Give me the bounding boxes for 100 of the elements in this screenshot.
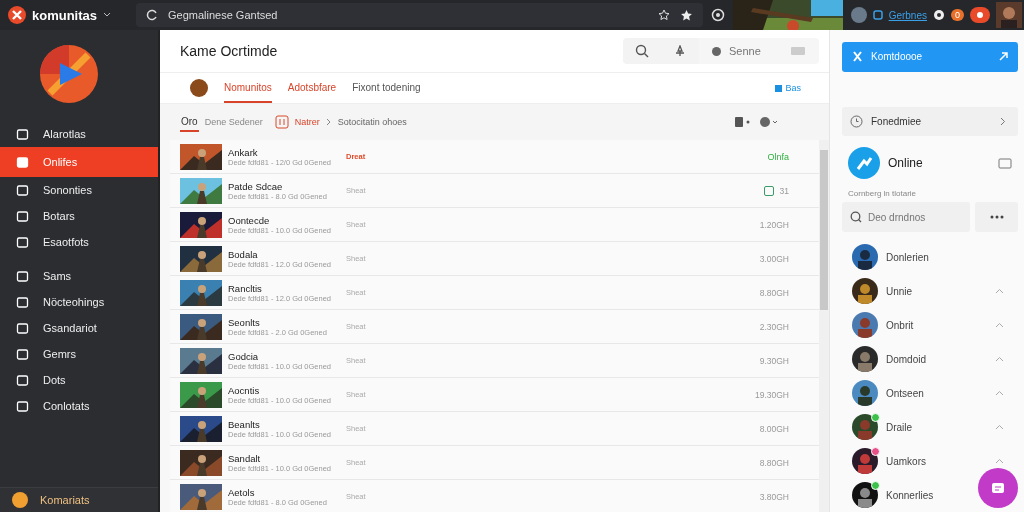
settings-icon[interactable] — [759, 115, 779, 129]
status-label: Online — [888, 156, 923, 171]
menu-item-icon — [16, 127, 29, 141]
chat-icon — [991, 482, 1005, 494]
item-size: 8.80GH — [759, 457, 789, 468]
contact-name: Donlerien — [886, 251, 929, 263]
avatar-icon[interactable] — [12, 492, 28, 508]
item-size: 8.00GH — [759, 423, 789, 434]
logo-icon — [40, 45, 98, 103]
search-button[interactable] — [623, 38, 661, 64]
contact-item[interactable]: Donlerien — [842, 240, 968, 274]
item-title: Oontecde — [228, 214, 271, 226]
sidebar-item[interactable]: Gsandariot — [0, 315, 158, 341]
arrow-icon — [999, 52, 1008, 62]
more-icon — [989, 215, 1004, 220]
contact-name: Domdoid — [886, 353, 927, 365]
chevron-right-icon — [1000, 117, 1006, 126]
item-size: 3.00GH — [759, 253, 789, 264]
item-size: 3.80GH — [759, 491, 789, 502]
item-size: 1.20GH — [759, 219, 789, 230]
status-caption: Cornberg ln tlotarie — [848, 189, 918, 199]
menu-item-icon — [16, 399, 29, 413]
compose-button[interactable] — [978, 468, 1018, 508]
shortcut-icon — [791, 47, 805, 55]
contact-name: Draile — [886, 421, 913, 433]
grid-icon — [274, 115, 289, 129]
circle-icon[interactable] — [710, 8, 725, 22]
contact-item[interactable]: Ontseen — [842, 376, 1018, 410]
filter-tab[interactable]: Oro — [180, 112, 199, 132]
sidebar-item[interactable]: Nöcteohings — [0, 289, 158, 315]
sidebar-item[interactable]: Alarotlas — [0, 121, 158, 147]
tab-action-button[interactable]: Bas — [775, 83, 801, 93]
account-link[interactable]: Gerbnes — [888, 9, 927, 21]
brand-name: komunitas — [32, 7, 97, 23]
item-title: Rancltis — [228, 282, 263, 294]
menu-item-icon — [16, 373, 29, 387]
search-field[interactable]: Senne — [699, 38, 819, 64]
item-size: 19.30GH — [754, 389, 789, 400]
item-title: Seonlts — [228, 316, 261, 328]
pin-icon — [674, 45, 686, 57]
avatar-icon[interactable] — [850, 7, 867, 23]
menu-item-icon — [16, 321, 29, 335]
menu-item-icon — [16, 295, 29, 309]
search-icon — [850, 211, 862, 224]
item-title: Beanlts — [228, 418, 261, 430]
menu-item-icon — [16, 269, 29, 283]
sidebar-item[interactable]: Onlifes — [0, 147, 158, 177]
address-bar[interactable]: Gegmalinese Gantsed — [136, 3, 703, 27]
menu-item-icon — [16, 209, 29, 223]
status-avatar-icon — [848, 147, 880, 180]
clock-icon — [850, 115, 863, 128]
contact-name: Ontseen — [886, 387, 924, 399]
page-title: Kame Ocrtimde — [180, 43, 279, 59]
section-button[interactable]: Fonedmiee — [842, 106, 1018, 137]
tab[interactable]: Fixont todening — [352, 73, 421, 103]
sidebar-item[interactable]: Sononties — [0, 177, 158, 203]
contact-name: Unnie — [886, 285, 913, 297]
scrollbar-thumb[interactable] — [820, 150, 828, 310]
sidebar-item[interactable]: Sams — [0, 263, 158, 289]
menu-item-icon — [16, 183, 29, 197]
star-icon[interactable] — [679, 8, 693, 22]
logo-icon — [8, 6, 26, 24]
reload-icon[interactable] — [146, 9, 158, 21]
star-icon[interactable] — [657, 9, 670, 21]
tab[interactable]: Adotsbfare — [287, 73, 337, 103]
item-title: Patde Sdcae — [228, 180, 284, 192]
sidebar-item[interactable]: Esaotfots — [0, 229, 158, 255]
item-title: Sandalt — [228, 452, 262, 464]
menu-item-icon — [16, 155, 29, 169]
contact-item[interactable]: Konnerlies — [842, 478, 968, 512]
chevron-down-icon[interactable] — [103, 12, 111, 18]
contact-name: Onbrit — [886, 319, 914, 331]
user-name: Komariats — [40, 494, 90, 506]
contact-name: Konnerlies — [886, 489, 934, 501]
status-text: Olnfa — [767, 151, 789, 162]
item-size: 8.80GH — [759, 287, 789, 298]
sidebar-item[interactable]: Conlotats — [0, 393, 158, 419]
contact-item[interactable]: Domdoid — [842, 342, 1018, 376]
item-count: 31 — [779, 185, 789, 196]
menu-item-icon — [16, 235, 29, 249]
item-size: 9.30GH — [759, 355, 789, 366]
item-size: 2.30GH — [759, 321, 789, 332]
avatar-icon — [190, 79, 208, 97]
checkbox[interactable] — [763, 185, 774, 196]
search-icon — [635, 44, 649, 58]
contact-name: Uamkors — [886, 455, 926, 467]
item-title: Aocntis — [228, 384, 261, 396]
search-field[interactable]: Deo drndnos — [842, 202, 970, 232]
contact-item[interactable]: Draile — [842, 410, 1018, 444]
sidebar-item[interactable]: Botars — [0, 203, 158, 229]
chevron-right-icon — [325, 118, 332, 126]
breadcrumb-link[interactable]: Natrer — [294, 117, 320, 127]
breadcrumb-item: Sotocitatin ohoes — [337, 117, 407, 127]
filter-hint: Dene Sedener — [204, 117, 263, 127]
sidebar-item[interactable]: Gemrs — [0, 341, 158, 367]
menu-item-icon — [16, 347, 29, 361]
item-title: Ankark — [228, 146, 259, 158]
contact-item[interactable]: Unnie — [842, 274, 1018, 308]
sidebar-item[interactable]: Dots — [0, 367, 158, 393]
contact-item[interactable]: Onbrit — [842, 308, 1018, 342]
